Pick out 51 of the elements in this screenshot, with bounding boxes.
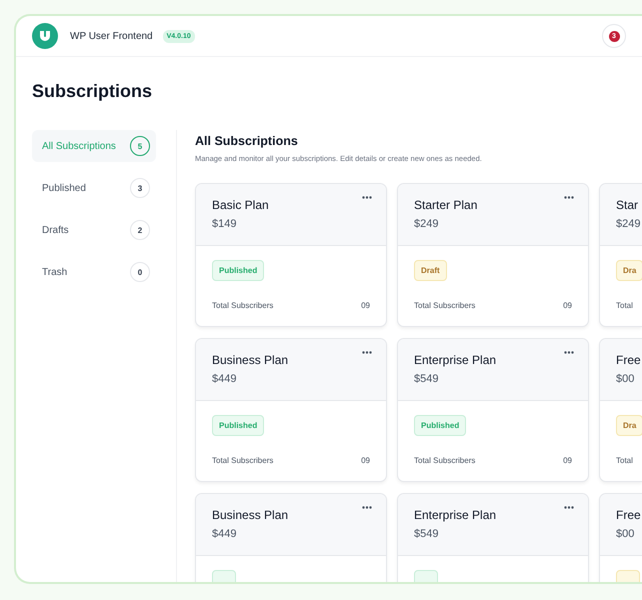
plan-price: $549 bbox=[414, 528, 440, 540]
subscribers-count: 09 bbox=[361, 456, 370, 465]
subscribers-count: 09 bbox=[563, 456, 572, 465]
plan-price: $249 bbox=[414, 218, 440, 230]
sidebar-item[interactable]: Drafts 2 bbox=[32, 214, 156, 246]
plan-price: $449 bbox=[212, 373, 238, 385]
plan-price: $549 bbox=[414, 373, 440, 385]
plan-name: Business Plan bbox=[212, 353, 290, 367]
plan-price: $149 bbox=[212, 218, 238, 230]
more-options-icon[interactable] bbox=[564, 351, 574, 354]
status-badge: Published bbox=[212, 260, 264, 281]
plan-name: Business Plan bbox=[212, 508, 290, 522]
plan-name: Free bbox=[616, 353, 642, 367]
section-title: All Subscriptions bbox=[195, 134, 299, 148]
more-options-icon[interactable] bbox=[564, 506, 574, 509]
count-badge: 3 bbox=[130, 178, 150, 198]
status-badge: Published bbox=[414, 415, 466, 436]
plan-name: Starter Plan bbox=[414, 198, 478, 212]
status-badge: Dra bbox=[616, 415, 642, 436]
logo-icon bbox=[32, 23, 58, 49]
count-badge: 0 bbox=[130, 262, 150, 282]
plan-price: $00 bbox=[616, 373, 636, 385]
subscribers-label: Total bbox=[616, 456, 633, 465]
plan-name: Enterprise Plan bbox=[414, 353, 498, 367]
plan-price: $249 bbox=[616, 218, 642, 230]
app-name: WP User Frontend bbox=[70, 30, 153, 42]
status-badge: Draft bbox=[414, 260, 447, 281]
sidebar-item[interactable]: Trash 0 bbox=[32, 256, 156, 288]
plan-price: $00 bbox=[616, 528, 636, 540]
subscribers-label: Total Subscribers bbox=[414, 456, 476, 465]
plan-name: Enterprise Plan bbox=[414, 508, 498, 522]
subscribers-label: Total Subscribers bbox=[212, 301, 274, 310]
subscribers-label: Total bbox=[616, 301, 633, 310]
count-badge: 2 bbox=[130, 220, 150, 240]
subscribers-count: 09 bbox=[361, 301, 370, 310]
more-options-icon[interactable] bbox=[362, 506, 372, 509]
more-options-icon[interactable] bbox=[564, 196, 574, 199]
more-options-icon[interactable] bbox=[362, 196, 372, 199]
plan-price: $449 bbox=[212, 528, 238, 540]
more-options-icon[interactable] bbox=[362, 351, 372, 354]
status-badge: Published bbox=[212, 415, 264, 436]
plan-name: Star bbox=[616, 198, 640, 212]
subscribers-label: Total Subscribers bbox=[414, 301, 476, 310]
subscribers-count: 09 bbox=[563, 301, 572, 310]
sidebar-item[interactable]: Published 3 bbox=[32, 172, 156, 204]
plan-name: Basic Plan bbox=[212, 198, 270, 212]
page-title: Subscriptions bbox=[32, 81, 154, 102]
status-badge: Dra bbox=[616, 260, 642, 281]
plan-name: Free bbox=[616, 508, 642, 522]
count-badge: 5 bbox=[130, 136, 150, 156]
subscribers-label: Total Subscribers bbox=[212, 456, 274, 465]
